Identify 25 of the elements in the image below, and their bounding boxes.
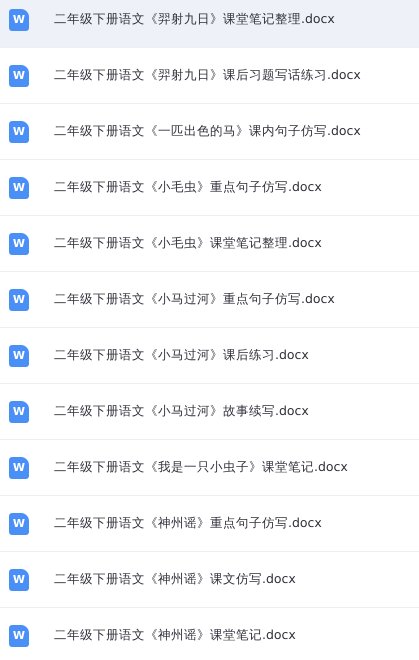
file-name: 二年级下册语文《我是一只小虫子》课堂笔记.docx — [54, 459, 348, 476]
file-name: 二年级下册语文《小马过河》重点句子仿写.docx — [54, 291, 335, 308]
file-name: 二年级下册语文《小马过河》故事续写.docx — [54, 403, 309, 420]
file-name: 二年级下册语文《神州谣》课堂笔记.docx — [54, 627, 296, 644]
word-file-icon: W — [9, 176, 29, 198]
word-file-icon: W — [9, 400, 29, 422]
word-file-icon: W — [9, 288, 29, 310]
word-file-icon: W — [9, 624, 29, 646]
word-file-icon: W — [9, 120, 29, 142]
word-file-icon: W — [9, 8, 29, 30]
file-name: 二年级下册语文《一匹出色的马》课内句子仿写.docx — [54, 123, 361, 140]
file-name: 二年级下册语文《神州谣》重点句子仿写.docx — [54, 515, 322, 532]
file-name: 二年级下册语文《羿射九日》课后习题写话练习.docx — [54, 67, 361, 84]
file-name: 二年级下册语文《神州谣》课文仿写.docx — [54, 571, 296, 588]
word-file-icon: W — [9, 456, 29, 478]
file-name: 二年级下册语文《羿射九日》课堂笔记整理.docx — [54, 11, 335, 28]
word-file-icon: W — [9, 512, 29, 534]
file-name: 二年级下册语文《小马过河》课后练习.docx — [54, 347, 309, 364]
word-file-icon: W — [9, 344, 29, 366]
file-row[interactable]: W 二年级下册语文《羿射九日》课堂笔记整理.docx — [0, 0, 419, 48]
file-name: 二年级下册语文《小毛虫》重点句子仿写.docx — [54, 179, 322, 196]
file-name: 二年级下册语文《小毛虫》课堂笔记整理.docx — [54, 235, 322, 252]
word-file-icon: W — [9, 232, 29, 254]
word-file-icon: W — [9, 64, 29, 86]
word-file-icon: W — [9, 568, 29, 590]
